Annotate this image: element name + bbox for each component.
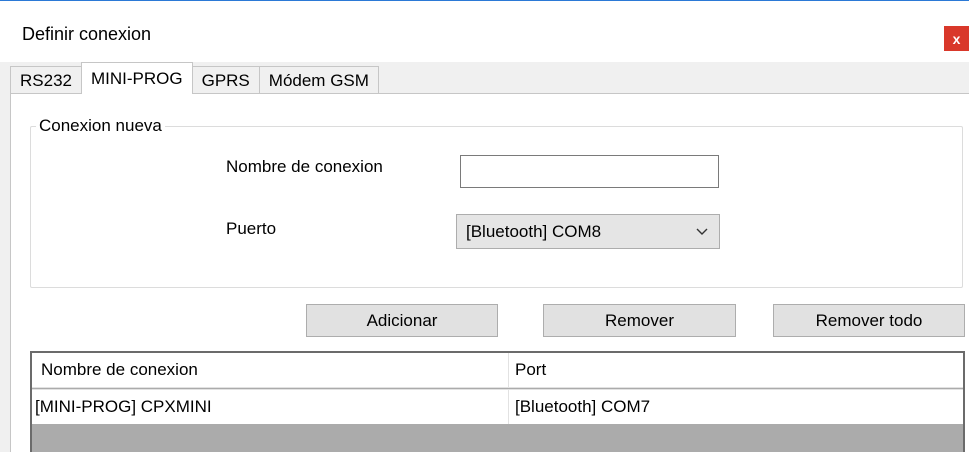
column-header-port[interactable]: Port bbox=[509, 353, 963, 388]
tab-modem-gsm[interactable]: Módem GSM bbox=[258, 66, 379, 94]
table-cell-port[interactable]: [Bluetooth] COM7 bbox=[509, 390, 963, 424]
connection-name-input[interactable] bbox=[460, 155, 719, 188]
close-button[interactable]: x bbox=[944, 26, 969, 51]
table-cell-connection-name[interactable]: [MINI-PROG] CPXMINI bbox=[32, 390, 509, 424]
remove-button[interactable]: Remover bbox=[543, 304, 736, 337]
table-header-row: Nombre de conexion Port bbox=[32, 353, 963, 388]
close-icon: x bbox=[952, 30, 961, 47]
port-label: Puerto bbox=[226, 219, 277, 238]
new-connection-group-title: Conexion nueva bbox=[36, 116, 165, 136]
window-top-accent bbox=[0, 0, 969, 1]
tab-rs232[interactable]: RS232 bbox=[10, 66, 82, 94]
column-header-connection-name[interactable]: Nombre de conexion bbox=[32, 353, 509, 388]
tab-mini-prog[interactable]: MINI-PROG bbox=[80, 62, 193, 94]
new-connection-group bbox=[30, 126, 963, 288]
connections-table: Nombre de conexion Port [MINI-PROG] CPXM… bbox=[30, 351, 965, 452]
port-select[interactable]: [Bluetooth] COM8 bbox=[456, 214, 720, 249]
tab-strip: RS232 MINI-PROG GPRS Módem GSM bbox=[10, 62, 379, 94]
tab-gprs[interactable]: GPRS bbox=[191, 66, 260, 94]
chevron-down-icon bbox=[696, 228, 708, 235]
port-select-value: [Bluetooth] COM8 bbox=[466, 221, 602, 241]
remove-all-button[interactable]: Remover todo bbox=[773, 304, 965, 337]
window-title: Definir conexion bbox=[22, 24, 152, 44]
connection-name-label: Nombre de conexion bbox=[226, 157, 383, 176]
add-button[interactable]: Adicionar bbox=[306, 304, 498, 337]
table-row[interactable]: [MINI-PROG] CPXMINI [Bluetooth] COM7 bbox=[32, 389, 963, 424]
